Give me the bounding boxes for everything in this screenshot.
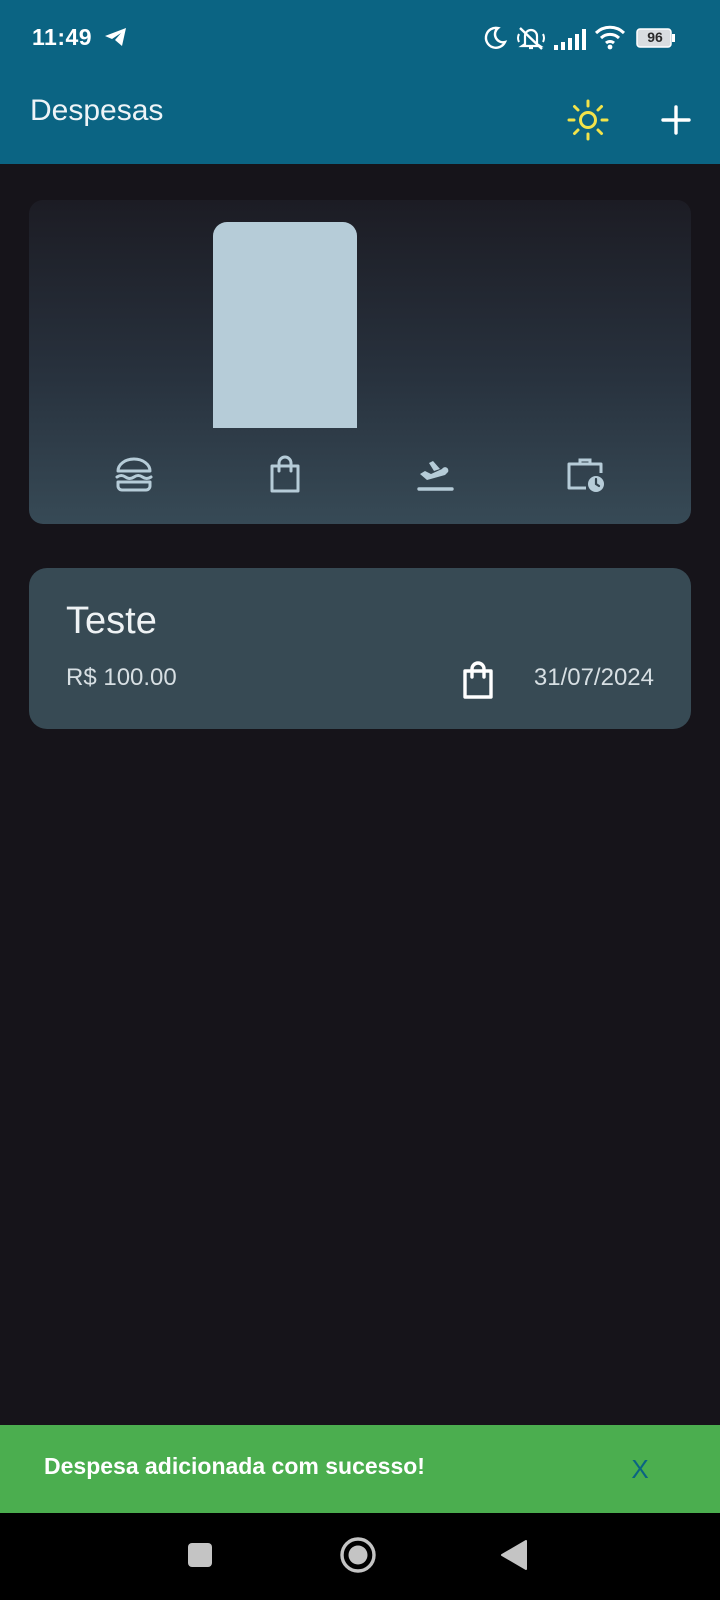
system-nav-bar [0,1513,720,1600]
back-icon [499,1539,529,1576]
bar-slot-travel [360,222,510,428]
wifi-icon [594,24,626,55]
chart-plot-area [59,222,661,428]
snackbar-message: Despesa adicionada com sucesso! [44,1453,425,1479]
app-bar: Despesas [0,80,720,164]
add-expense-button[interactable] [648,94,704,150]
back-button[interactable] [486,1531,542,1583]
status-time: 11:49 [32,24,93,50]
moon-icon [482,25,508,56]
bar-shopping [212,222,357,428]
telegram-icon [104,26,128,53]
bar-slot-food [59,222,209,428]
briefcase-clock-icon [511,450,661,498]
snackbar: Despesa adicionada com sucesso! X [0,1425,720,1513]
airplane-icon [360,450,510,498]
expense-amount: R$ 100.00 [66,664,177,691]
status-bar: 11:49 96 [0,0,720,80]
burger-icon [59,450,209,498]
bar-slot-shopping [210,222,360,428]
expense-chart [29,200,691,524]
mute-icon [516,24,546,57]
snackbar-close-button[interactable]: X [620,1447,660,1491]
bar-slot-work [511,222,661,428]
sun-icon [567,99,609,146]
signal-icon [554,28,588,55]
recents-button[interactable] [172,1531,228,1583]
expense-title: Teste [66,600,157,642]
shopping-bag-icon [461,660,497,700]
page-title: Despesas [30,94,164,127]
chart-category-icons [59,450,661,498]
battery-level: 96 [647,29,663,45]
recents-icon [186,1541,214,1574]
shopping-bag-icon [210,450,360,498]
add-icon [660,104,692,141]
theme-toggle-button[interactable] [560,94,616,150]
home-button[interactable] [330,1531,386,1583]
expense-item[interactable]: Teste R$ 100.00 31/07/2024 [29,568,691,729]
expense-date: 31/07/2024 [533,664,654,691]
home-icon [339,1536,377,1579]
